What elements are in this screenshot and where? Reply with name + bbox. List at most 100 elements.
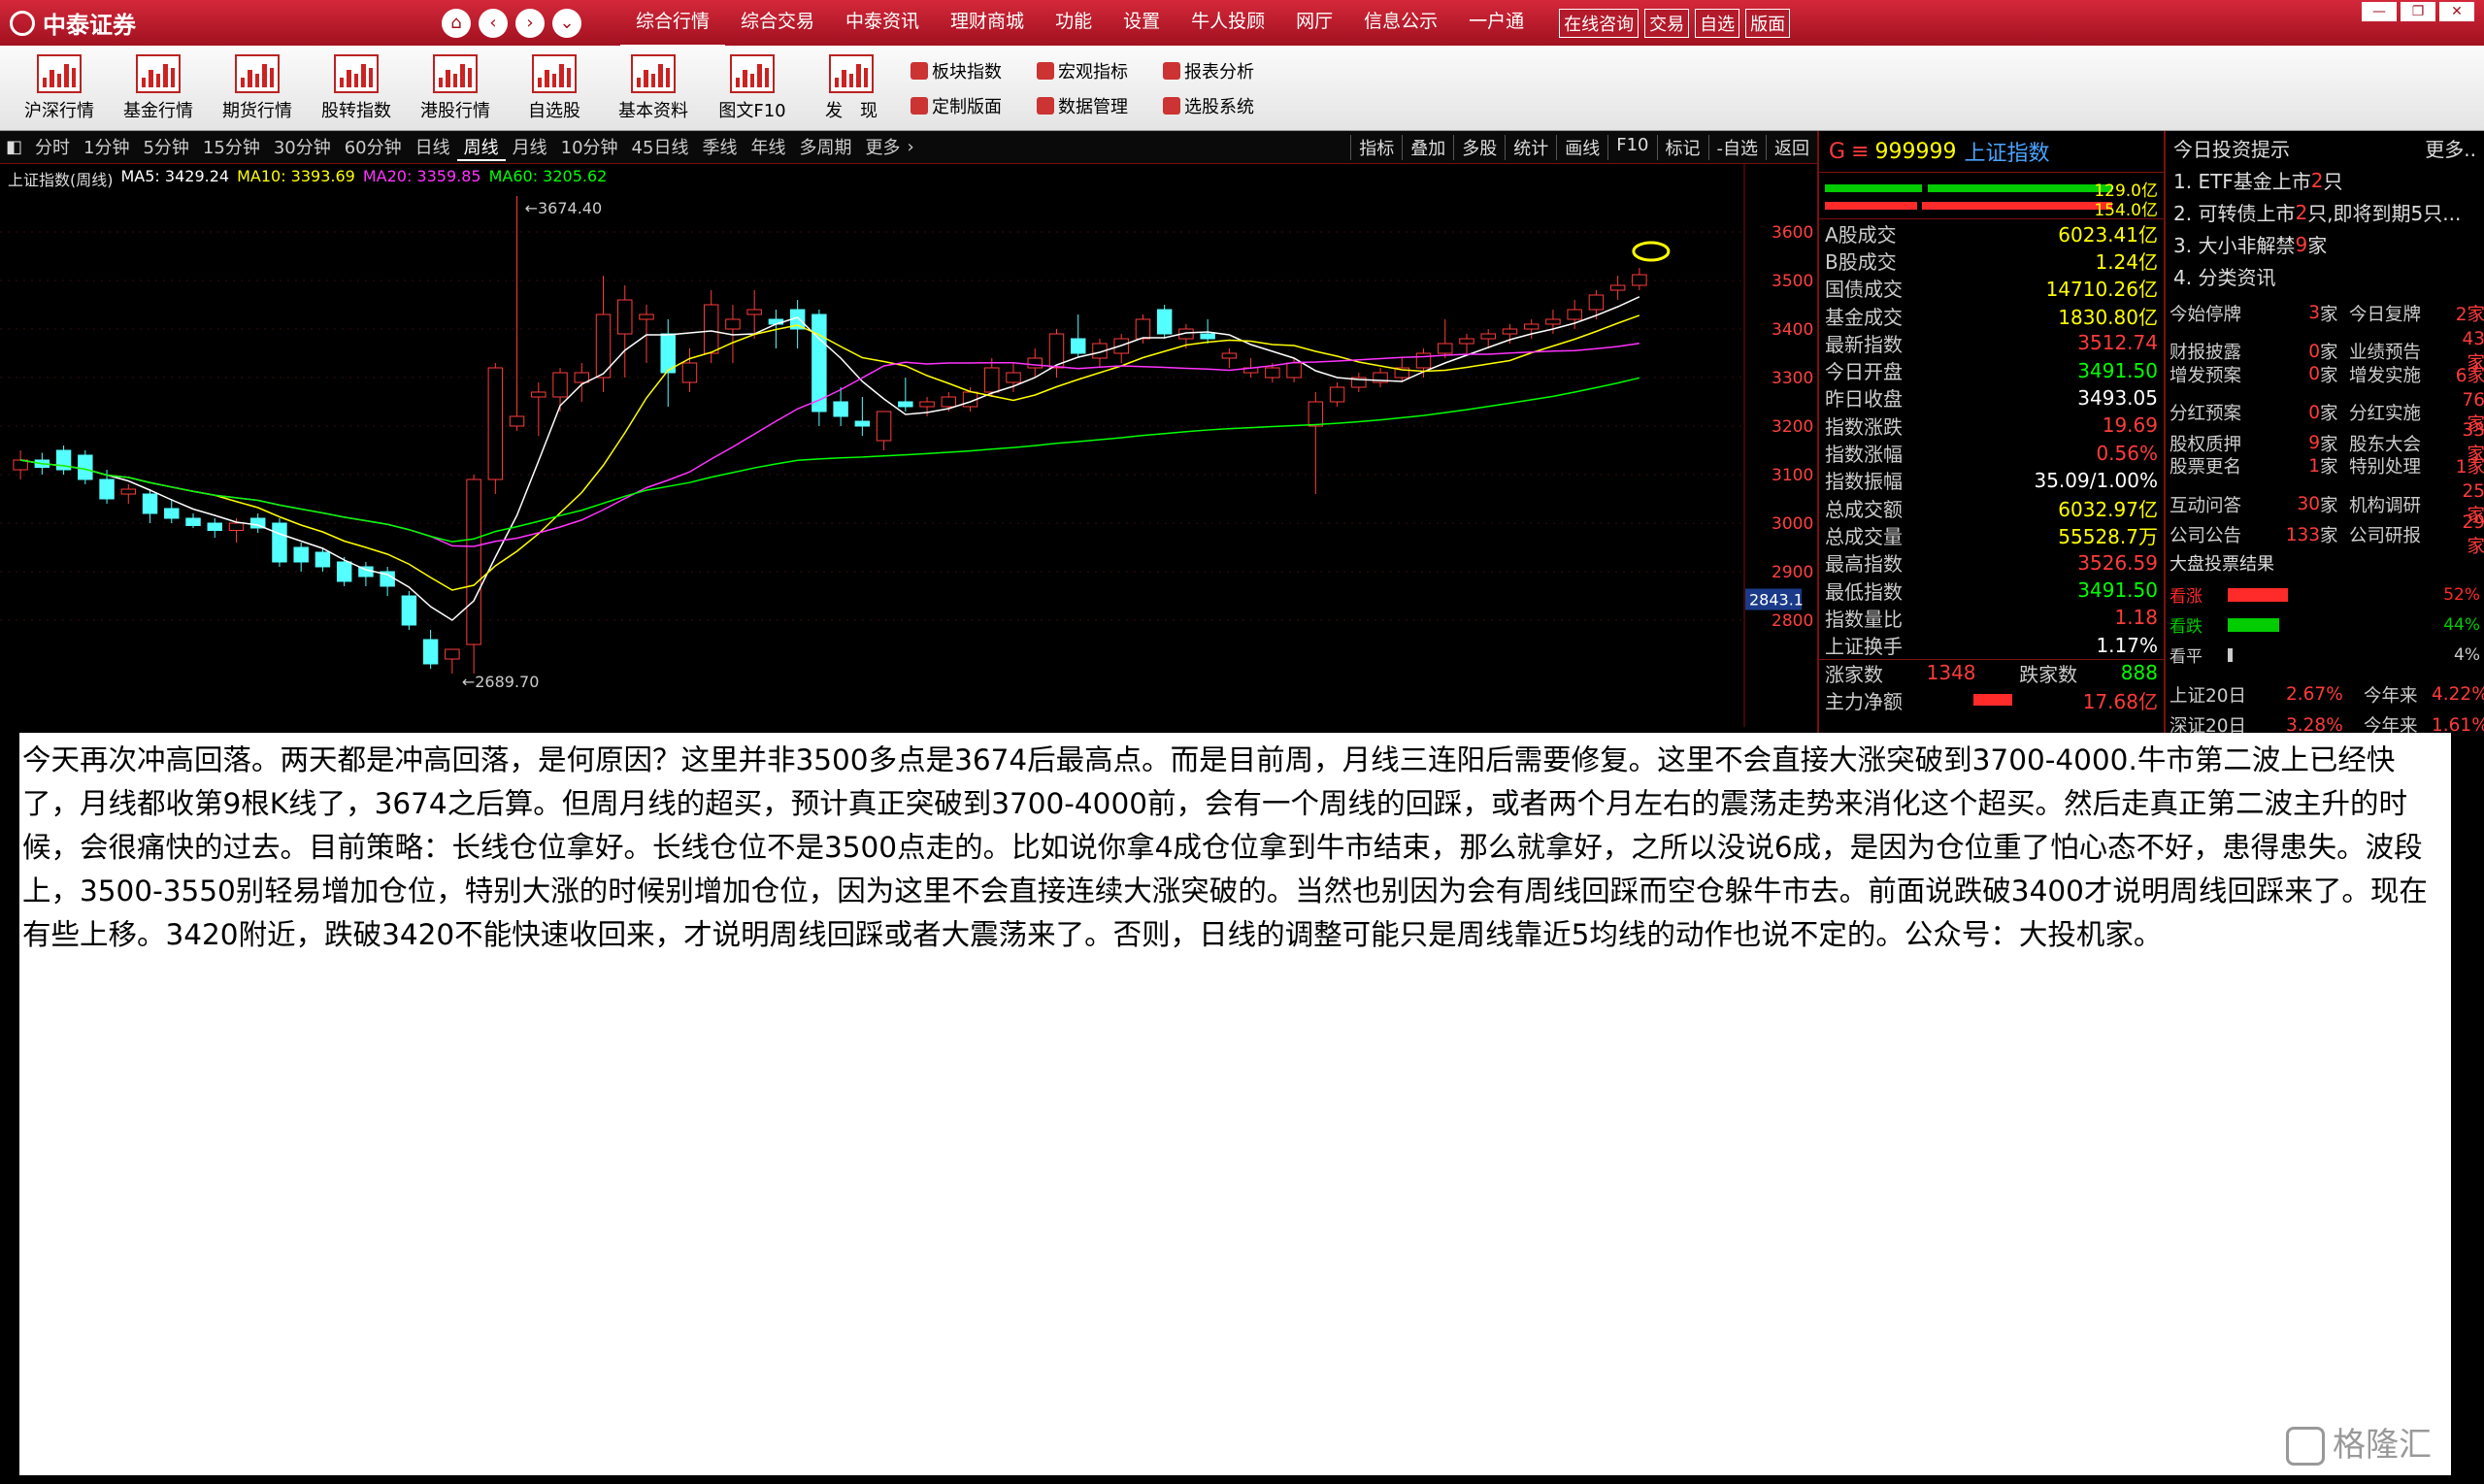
candle-body <box>1609 284 1626 291</box>
toolbar-button[interactable]: 基本资料 <box>604 46 703 131</box>
minimize-icon[interactable]: — <box>2362 2 2397 21</box>
chart-tool[interactable]: 返回 <box>1766 134 1817 160</box>
chart-tool[interactable]: F10 <box>1607 134 1656 160</box>
quote-key: 基金成交 <box>1825 305 1903 329</box>
period-tab[interactable]: 年线 <box>744 134 792 161</box>
info-more[interactable]: 更多.. <box>2425 134 2476 162</box>
period-tab[interactable]: 分时 <box>28 134 77 161</box>
chart-tool[interactable]: 指标 <box>1350 134 1402 160</box>
quote-value: 0.56% <box>2096 441 2158 465</box>
top-menu-item[interactable]: 信息公示 <box>1348 0 1453 48</box>
toolbar-button[interactable]: 自选股 <box>505 46 604 131</box>
back-icon[interactable]: ‹ <box>479 8 508 38</box>
candle-body <box>315 551 331 568</box>
stat-cell: 2家 <box>2455 304 2484 325</box>
period-tab[interactable]: 30分钟 <box>267 134 338 161</box>
menu-icon[interactable]: ≡ <box>1851 140 1869 164</box>
top-menu-item[interactable]: 理财商城 <box>935 0 1040 48</box>
period-tab[interactable]: 1分钟 <box>77 134 136 161</box>
top-menu-item[interactable]: 一户通 <box>1453 0 1540 48</box>
period-tab[interactable]: 周线 <box>456 134 506 161</box>
toolbar-button[interactable]: 发 现 <box>802 46 901 131</box>
candle-body <box>207 522 222 531</box>
home-icon[interactable]: ⌂ <box>442 8 471 38</box>
candle-body <box>272 522 287 563</box>
quote-key: 国债成交 <box>1825 278 1903 302</box>
stat-row[interactable]: 增发预案 0 家增发实施 6家 <box>2166 359 2484 390</box>
top-button[interactable]: 交易 <box>1644 8 1690 38</box>
dropdown-icon[interactable]: ⌄ <box>552 8 581 38</box>
period-tab[interactable]: 10分钟 <box>554 134 625 161</box>
toolbar-grid-item[interactable]: 数据管理 <box>1037 88 1163 123</box>
toolbar-label: 期货行情 <box>222 101 292 121</box>
stat-cell: 1 <box>2308 455 2320 477</box>
quote-value: 55528.7万 <box>2058 524 2158 548</box>
top-button[interactable]: 在线咨询 <box>1559 8 1639 38</box>
stat-row[interactable]: 今始停牌 3 家今日复牌 2家 <box>2166 298 2484 329</box>
period-tab[interactable]: 日线 <box>409 134 457 161</box>
candle-body <box>854 420 871 427</box>
top-menu-item[interactable]: 综合行情 <box>620 0 726 48</box>
layout-icon[interactable]: ◧ <box>0 137 28 157</box>
top-menu-item[interactable]: 设置 <box>1108 0 1176 48</box>
toolbar-grid-item[interactable]: 板块指数 <box>911 53 1037 88</box>
chart-tool[interactable]: 画线 <box>1556 134 1607 160</box>
period-tab[interactable]: 60分钟 <box>338 134 409 161</box>
chart-tool[interactable]: 统计 <box>1505 134 1556 160</box>
top-button[interactable]: 自选 <box>1695 8 1740 38</box>
top-button[interactable]: 版面 <box>1745 8 1791 38</box>
period-tab[interactable]: 多周期 <box>792 134 858 161</box>
candle-body <box>1523 323 1540 330</box>
chart-icon <box>631 54 676 93</box>
restore-icon[interactable]: ❐ <box>2401 2 2435 21</box>
period-tab[interactable]: 月线 <box>506 134 554 161</box>
tip-item[interactable]: 2. 可转债上市 2 只,即将到期5只... <box>2166 196 2484 228</box>
toolbar-button[interactable]: 基金行情 <box>109 46 208 131</box>
buy-bar-b <box>1928 184 2112 192</box>
toolbar-button[interactable]: 股转指数 <box>307 46 406 131</box>
toolbar-grid-item[interactable]: 选股系统 <box>1163 88 1289 123</box>
stat-row[interactable]: 分红预案 0 家分红实施 76家 <box>2166 390 2484 435</box>
chart-tool[interactable]: -自选 <box>1707 134 1767 160</box>
stat-cell: 特别处理 <box>2349 457 2422 478</box>
period-tab[interactable]: 更多 <box>858 134 907 161</box>
toolbar-button[interactable]: 图文F10 <box>703 46 802 131</box>
top-menu-item[interactable]: 网厅 <box>1280 0 1348 48</box>
tip-text: 4. 分类资讯 <box>2173 266 2276 289</box>
toolbar-button[interactable]: 港股行情 <box>406 46 505 131</box>
kline-chart[interactable]: 3600 3500 3400 3300 3200 3100 3000 2900 2800 ←367… <box>0 164 1817 727</box>
period-tab[interactable]: 5分钟 <box>136 134 195 161</box>
toolbar-grid-item[interactable]: 宏观指标 <box>1037 53 1163 88</box>
top-menu-item[interactable]: 牛人投顾 <box>1176 0 1280 48</box>
tip-item[interactable]: 4. 分类资讯 <box>2166 260 2484 292</box>
vote-row: 看跌 44% <box>2166 610 2484 640</box>
stat-cell: 家 <box>2320 404 2338 424</box>
close-icon[interactable]: ✕ <box>2439 2 2474 21</box>
top-menu-item[interactable]: 功能 <box>1040 0 1108 48</box>
chart-tool[interactable]: 标记 <box>1656 134 1708 160</box>
period-tab[interactable]: 季线 <box>695 134 744 161</box>
chevron-right-icon[interactable]: › <box>907 137 913 157</box>
stat-row[interactable]: 互动问答 30 家机构调研 25家 <box>2166 481 2484 526</box>
toolbar-grid-item[interactable]: 定制版面 <box>911 88 1037 123</box>
quote-name: 上证指数 <box>1964 142 2050 166</box>
toolbar: 沪深行情 基金行情 期货行情 股转指数 港股行情 自选股 基本资料 图文F10 发 现 板块指数… <box>0 46 2484 131</box>
top-menu-item[interactable]: 中泰资讯 <box>830 0 935 48</box>
stat-row[interactable]: 股票更名 1 家特别处理 1家 <box>2166 451 2484 482</box>
vote-bar <box>2228 617 2279 632</box>
quote-value: 1.24亿 <box>2095 249 2158 274</box>
toolbar-button[interactable]: 期货行情 <box>208 46 307 131</box>
stat-row[interactable]: 财报披露 0 家业绩预告 43家 <box>2166 329 2484 374</box>
tip-item[interactable]: 1. ETF基金上市 2 只 <box>2166 164 2484 196</box>
period-tab[interactable]: 15分钟 <box>196 134 267 161</box>
period-tab[interactable]: 45日线 <box>625 134 696 161</box>
top-menu-item[interactable]: 综合交易 <box>725 0 830 48</box>
chart-tool[interactable]: 多股 <box>1453 134 1505 160</box>
sell-bar-a <box>1825 202 1917 210</box>
forward-icon[interactable]: › <box>515 8 545 38</box>
toolbar-button[interactable]: 沪深行情 <box>10 46 109 131</box>
toolbar-grid-item[interactable]: 报表分析 <box>1163 53 1289 88</box>
top-buttons: 在线咨询 交易 自选 版面 <box>1559 8 1791 38</box>
chart-tool[interactable]: 叠加 <box>1402 134 1453 160</box>
tip-item[interactable]: 3. 大小非解禁 9家 <box>2166 228 2484 260</box>
